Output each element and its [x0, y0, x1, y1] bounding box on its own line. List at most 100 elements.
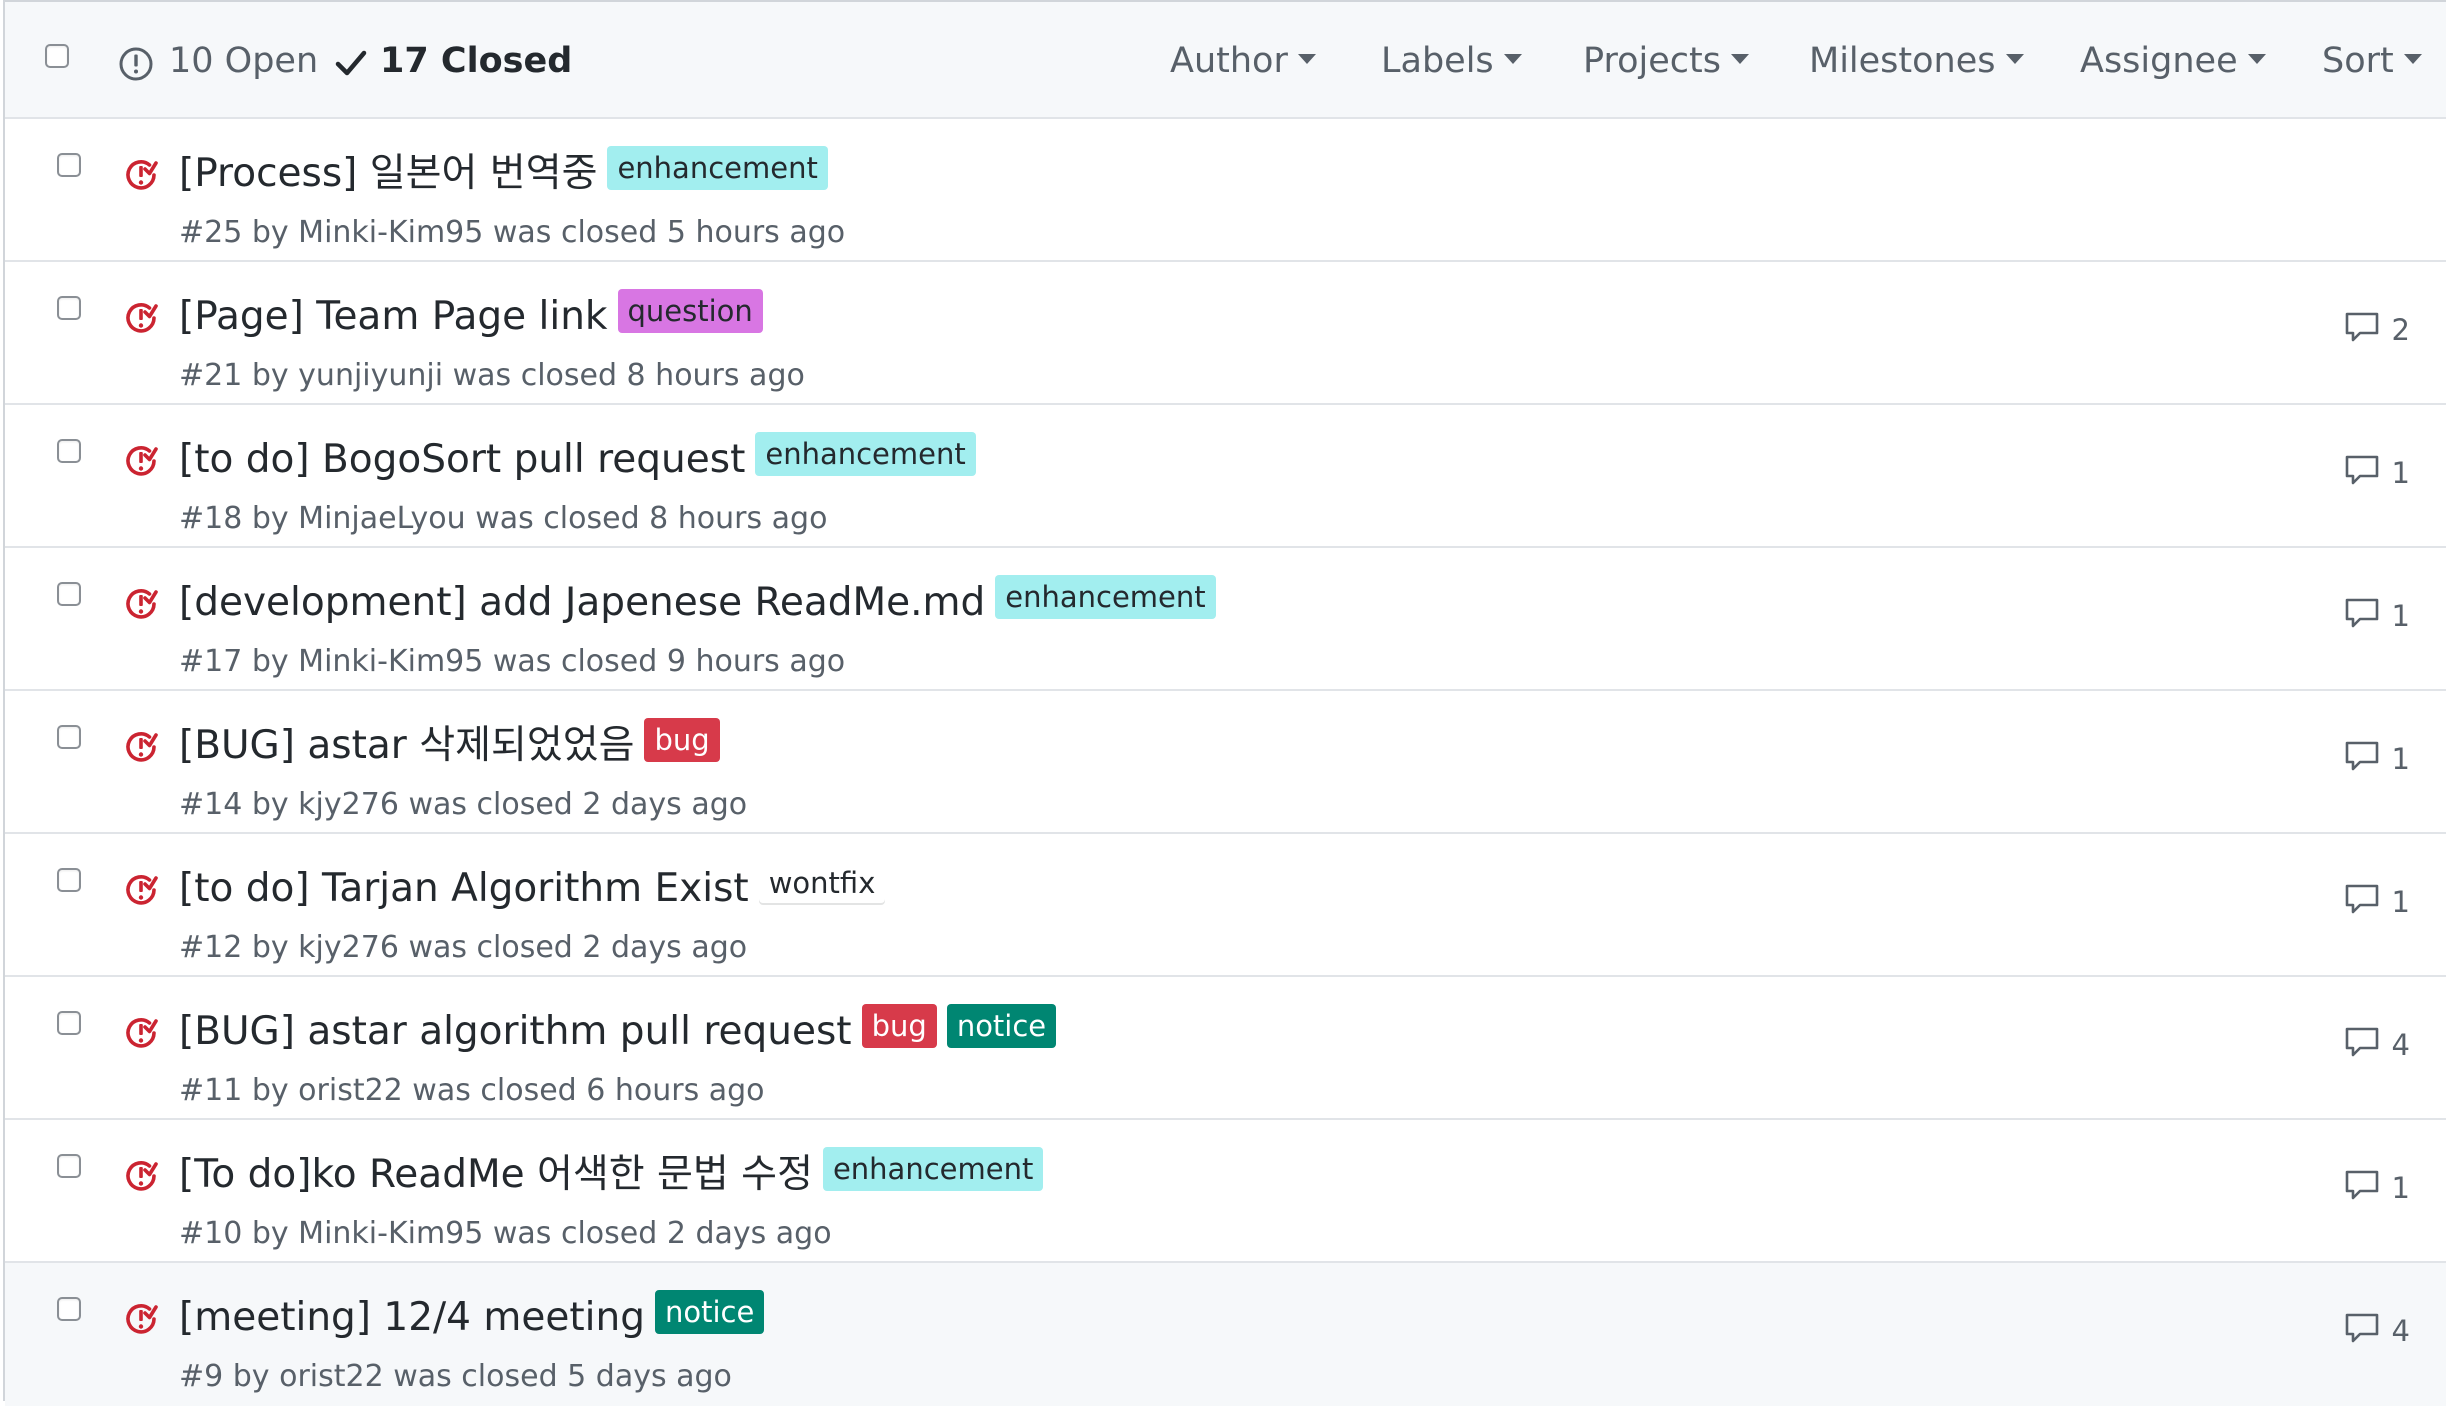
caret-down-icon [2005, 54, 2024, 64]
comments-link[interactable]: 1 [2344, 1168, 2410, 1208]
comment-icon [2344, 883, 2392, 922]
issue-row[interactable]: [BUG] astar 삭제되었었음 bug #14 by kjy276 was c… [5, 691, 2446, 834]
issue-title-link[interactable]: [BUG] astar 삭제되었었음 [179, 719, 634, 773]
issue-meta: #12 by kjy276 was closed 2 days ago [179, 930, 748, 965]
issue-title-link[interactable]: [to do] BogoSort pull request [179, 433, 745, 487]
comment-count: 4 [2391, 1314, 2410, 1348]
comment-count: 2 [2391, 313, 2410, 347]
issues-list-header: 10 Open 17 Closed Author Labels Projects… [5, 2, 2446, 119]
issue-label-enhancement[interactable]: enhancement [822, 1147, 1044, 1191]
issue-label-enhancement[interactable]: enhancement [755, 432, 976, 476]
sort-filter[interactable]: Sort [2322, 40, 2422, 82]
comment-count: 1 [2391, 456, 2410, 490]
issue-label-notice[interactable]: notice [654, 1290, 765, 1334]
issue-title-line: [BUG] astar algorithm pull request bug not… [179, 1004, 1057, 1059]
issue-row[interactable]: [to do] BogoSort pull request enhancement… [5, 405, 2446, 548]
open-issues-link[interactable]: 10 Open [169, 40, 318, 82]
comment-icon [2344, 597, 2392, 636]
comments-link[interactable]: 4 [2344, 1311, 2410, 1351]
issue-row[interactable]: [Page] Team Page link question #21 by yunj… [5, 262, 2446, 405]
assignee-filter[interactable]: Assignee [2080, 40, 2266, 82]
alert-circle-icon [118, 46, 154, 86]
issue-checkbox[interactable] [57, 153, 81, 177]
issue-row[interactable]: [development] add Japenese ReadMe.md enha… [5, 548, 2446, 691]
labels-filter[interactable]: Labels [1381, 40, 1522, 82]
issue-meta: #10 by Minki-Kim95 was closed 2 days ago [179, 1216, 832, 1251]
issue-meta: #17 by Minki-Kim95 was closed 9 hours ag… [179, 644, 846, 679]
issue-title-link[interactable]: [to do] Tarjan Algorithm Exist [179, 862, 749, 916]
issue-label-enhancement[interactable]: enhancement [995, 575, 1216, 619]
issue-closed-icon [121, 870, 161, 910]
issue-row[interactable]: [Process] 일본어 번역중 enhancement #25 by Minki… [5, 119, 2446, 262]
issue-closed-icon [121, 298, 161, 338]
issue-title-line: [to do] BogoSort pull request enhancement [179, 432, 976, 487]
caret-down-icon [1297, 54, 1316, 64]
caret-down-icon [2247, 54, 2266, 64]
issue-title-line: [meeting] 12/4 meeting notice [179, 1290, 765, 1345]
milestones-filter-label: Milestones [1809, 41, 1996, 81]
issue-label-question[interactable]: question [617, 289, 763, 333]
comment-count: 1 [2391, 885, 2410, 919]
comments-link[interactable]: 1 [2344, 596, 2410, 636]
issue-title-link[interactable]: [Process] 일본어 번역중 [179, 147, 597, 201]
issue-checkbox[interactable] [57, 1011, 81, 1035]
issue-meta: #25 by Minki-Kim95 was closed 5 hours ag… [179, 215, 846, 250]
comments-link[interactable]: 1 [2344, 882, 2410, 922]
issue-checkbox[interactable] [57, 582, 81, 606]
comment-icon [2344, 454, 2392, 493]
issue-meta: #14 by kjy276 was closed 2 days ago [179, 787, 748, 822]
projects-filter[interactable]: Projects [1583, 40, 1749, 82]
comment-icon [2344, 1312, 2392, 1351]
issue-label-notice[interactable]: notice [946, 1004, 1057, 1048]
issue-title-line: [Page] Team Page link question [179, 289, 763, 344]
caret-down-icon [2403, 54, 2422, 64]
issue-title-link[interactable]: [BUG] astar algorithm pull request [179, 1005, 852, 1059]
issue-checkbox[interactable] [57, 725, 81, 749]
closed-issues-link[interactable]: 17 Closed [380, 40, 572, 82]
comment-count: 4 [2391, 1028, 2410, 1062]
issue-closed-icon [121, 1156, 161, 1196]
comments-link[interactable]: 1 [2344, 739, 2410, 779]
issue-title-link[interactable]: [Page] Team Page link [179, 290, 608, 344]
issue-row[interactable]: [to do] Tarjan Algorithm Exist wontfix #12… [5, 834, 2446, 977]
author-filter[interactable]: Author [1170, 40, 1316, 82]
issue-title-line: [Process] 일본어 번역중 enhancement [179, 146, 828, 201]
select-all-checkbox[interactable] [45, 44, 69, 68]
issue-checkbox[interactable] [57, 1297, 81, 1321]
issue-title-link[interactable]: [meeting] 12/4 meeting [179, 1291, 645, 1345]
issues-list-box: 10 Open 17 Closed Author Labels Projects… [3, 0, 2446, 1406]
comments-link[interactable]: 2 [2344, 310, 2410, 350]
issue-label-bug[interactable]: bug [861, 1004, 937, 1048]
issue-checkbox[interactable] [57, 1154, 81, 1178]
comment-count: 1 [2391, 742, 2410, 776]
issue-checkbox[interactable] [57, 868, 81, 892]
assignee-filter-label: Assignee [2080, 41, 2238, 81]
issue-title-line: [to do] Tarjan Algorithm Exist wontfix [179, 861, 886, 916]
issue-title-link[interactable]: [To do]ko ReadMe 어색한 문법 수정 [179, 1148, 813, 1202]
comments-link[interactable]: 4 [2344, 1025, 2410, 1065]
issue-checkbox[interactable] [57, 296, 81, 320]
issue-title-link[interactable]: [development] add Japenese ReadMe.md [179, 576, 985, 630]
issue-closed-icon [121, 727, 161, 767]
milestones-filter[interactable]: Milestones [1809, 40, 2024, 82]
issue-row[interactable]: [meeting] 12/4 meeting notice #9 by orist2… [5, 1263, 2446, 1406]
issue-closed-icon [121, 155, 161, 195]
comment-count: 1 [2391, 1171, 2410, 1205]
labels-filter-label: Labels [1381, 41, 1494, 81]
issue-meta: #18 by MinjaeLyou was closed 8 hours ago [179, 501, 828, 536]
issue-row[interactable]: [BUG] astar algorithm pull request bug not… [5, 977, 2446, 1120]
issue-title-line: [To do]ko ReadMe 어색한 문법 수정 enhancement [179, 1147, 1044, 1202]
issue-checkbox[interactable] [57, 439, 81, 463]
issue-label-bug[interactable]: bug [644, 718, 720, 762]
author-filter-label: Author [1170, 41, 1288, 81]
issue-row[interactable]: [To do]ko ReadMe 어색한 문법 수정 enhancement #10… [5, 1120, 2446, 1263]
issue-closed-icon [121, 1299, 161, 1339]
comment-count: 1 [2391, 599, 2410, 633]
caret-down-icon [1503, 54, 1522, 64]
comment-icon [2344, 1169, 2392, 1208]
comments-link[interactable]: 1 [2344, 453, 2410, 493]
projects-filter-label: Projects [1583, 41, 1721, 81]
comment-icon [2344, 1026, 2392, 1065]
issue-label-wontfix[interactable]: wontfix [758, 861, 886, 905]
issue-label-enhancement[interactable]: enhancement [607, 146, 828, 190]
